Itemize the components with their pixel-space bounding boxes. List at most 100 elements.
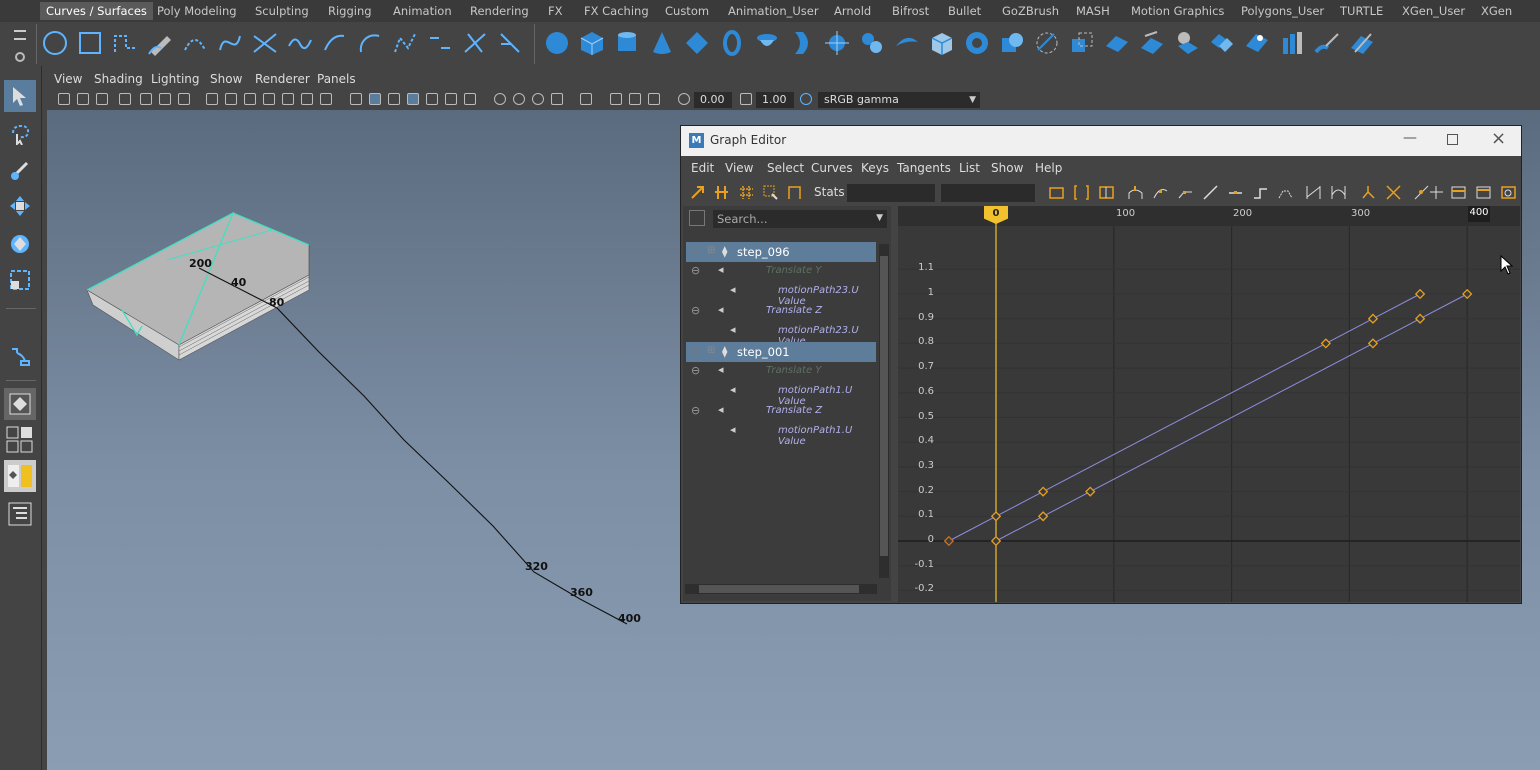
menu-help[interactable]: Help <box>1035 161 1062 175</box>
spline-tangent-icon[interactable] <box>1153 185 1168 200</box>
insert-isoparms-icon[interactable] <box>1277 28 1307 58</box>
nurbs-cube-icon[interactable] <box>577 28 607 58</box>
use-all-lights-icon[interactable] <box>445 93 457 105</box>
menu-show[interactable]: Show <box>210 72 242 86</box>
detach-surfaces-icon[interactable] <box>1207 28 1237 58</box>
lasso-tool-icon[interactable] <box>4 118 36 150</box>
break-tangents-icon[interactable] <box>1361 185 1376 200</box>
resolution-gate-icon[interactable] <box>244 93 256 105</box>
xray-icon[interactable] <box>610 93 622 105</box>
square-surface-icon[interactable] <box>962 28 992 58</box>
wireframe-icon[interactable] <box>350 93 362 105</box>
linear-tangent-icon[interactable] <box>1203 185 1218 200</box>
project-curve-icon[interactable] <box>1032 28 1062 58</box>
tab-fx[interactable]: FX <box>548 2 563 20</box>
graph-view[interactable]: 0 400 100 200 300 1.1 1 0.9 0.8 0.7 0.6 0.5 0.4… <box>898 206 1520 602</box>
curve-intersect-icon[interactable] <box>250 28 280 58</box>
collapse-icon[interactable]: ⊖ <box>691 304 700 317</box>
bookmarks-icon[interactable] <box>96 93 108 105</box>
wireframe-on-shaded-icon[interactable] <box>407 93 419 105</box>
extend-curve-icon[interactable] <box>495 28 525 58</box>
tab-arnold[interactable]: Arnold <box>834 2 871 20</box>
motion-path-curve[interactable] <box>198 267 628 625</box>
step-tangent-icon[interactable] <box>1253 185 1268 200</box>
tab-rigging[interactable]: Rigging <box>328 2 372 20</box>
paint-select-icon[interactable] <box>4 154 36 186</box>
keyframe[interactable] <box>1037 486 1049 497</box>
keyframe[interactable] <box>1037 511 1049 522</box>
gamma-field[interactable]: 1.00 <box>756 92 794 108</box>
outliner-curve[interactable]: ◂ motionPath1.U Value <box>686 422 876 447</box>
xray-joints-icon[interactable] <box>629 93 641 105</box>
tab-mash[interactable]: MASH <box>1076 2 1110 20</box>
menu-shading[interactable]: Shading <box>94 72 143 86</box>
menu-view[interactable]: View <box>725 161 753 175</box>
2d-pan-zoom-icon[interactable] <box>140 93 152 105</box>
swap-buffer-curve-icon[interactable] <box>1331 185 1346 200</box>
keyframe[interactable] <box>1367 338 1379 349</box>
outliner-curve[interactable]: ◂ motionPath1.U Value <box>686 382 876 407</box>
exposure-icon[interactable] <box>678 93 690 105</box>
menu-show[interactable]: Show <box>991 161 1023 175</box>
horizontal-scrollbar[interactable] <box>685 584 877 594</box>
birail-icon[interactable] <box>892 28 922 58</box>
stats-value-field[interactable] <box>941 184 1035 202</box>
safe-title-icon[interactable] <box>320 93 332 105</box>
trim-tool-icon[interactable] <box>1102 28 1132 58</box>
menu-lighting[interactable]: Lighting <box>151 72 200 86</box>
menu-list[interactable]: List <box>959 161 980 175</box>
lock-camera-icon[interactable] <box>178 93 190 105</box>
color-management-icon[interactable] <box>800 93 812 105</box>
move-tool-icon[interactable] <box>4 190 36 222</box>
unify-tangents-icon[interactable] <box>1386 185 1401 200</box>
last-tool-icon[interactable] <box>4 340 36 372</box>
sculpt-geometry-icon[interactable] <box>1312 28 1342 58</box>
keyframe[interactable] <box>1320 338 1332 349</box>
xray-components-icon[interactable] <box>648 93 660 105</box>
bevel-plus-icon[interactable] <box>997 28 1027 58</box>
free-tangent-weight-icon[interactable] <box>1414 185 1429 200</box>
boundary-icon[interactable] <box>927 28 957 58</box>
menu-view[interactable]: View <box>54 72 82 86</box>
tab-poly-modeling[interactable]: Poly Modeling <box>157 2 237 20</box>
maximize-icon[interactable] <box>1447 134 1458 145</box>
outliner-attr-translate-y[interactable]: ⊖ ◂ Translate Y <box>686 262 876 282</box>
isolate-select-icon[interactable] <box>580 93 592 105</box>
nurbs-square-icon[interactable] <box>75 28 105 58</box>
retime-tool-icon[interactable] <box>787 185 802 200</box>
tab-rendering[interactable]: Rendering <box>470 2 529 20</box>
tab-bifrost[interactable]: Bifrost <box>892 2 929 20</box>
film-gate-icon[interactable] <box>225 93 237 105</box>
keyframe[interactable] <box>990 511 1002 522</box>
collapse-icon[interactable]: ⊖ <box>691 245 699 256</box>
tab-gozbrush[interactable]: GoZBrush <box>1002 2 1059 20</box>
region-tool-icon[interactable] <box>763 185 778 200</box>
outliner-search-input[interactable]: Search... ▼ <box>713 210 887 228</box>
grid-icon[interactable] <box>206 93 218 105</box>
nurbs-sphere-icon[interactable] <box>542 28 572 58</box>
gamma-icon[interactable] <box>740 93 752 105</box>
lattice-deform-icon[interactable] <box>739 185 754 200</box>
tab-bullet[interactable]: Bullet <box>948 2 981 20</box>
depth-of-field-icon[interactable] <box>551 93 563 105</box>
select-camera-icon[interactable] <box>58 93 70 105</box>
keyframe[interactable] <box>943 535 955 547</box>
keyframe[interactable] <box>1462 288 1473 300</box>
outliner-curve[interactable]: ◂ motionPath23.U Value <box>686 322 876 347</box>
nurbs-cylinder-icon[interactable] <box>612 28 642 58</box>
graph-editor-titlebar[interactable]: M Graph Editor — × <box>681 126 1521 156</box>
outliner-layout-icon[interactable] <box>4 498 36 530</box>
keyframe[interactable] <box>1085 486 1096 497</box>
revolve-icon[interactable] <box>752 28 782 58</box>
grease-pencil-icon[interactable] <box>159 93 171 105</box>
menu-curves[interactable]: Curves <box>811 161 853 175</box>
four-view-layout-icon[interactable] <box>4 424 36 456</box>
gear-icon[interactable] <box>15 52 25 62</box>
stats-time-field[interactable] <box>847 184 935 202</box>
outliner-attr-translate-z[interactable]: ⊖ ◂ Translate Z <box>686 302 876 322</box>
menu-select[interactable]: Select <box>767 161 804 175</box>
motion-blur-icon[interactable] <box>513 93 525 105</box>
buffer-curve-snapshot-icon[interactable] <box>1306 185 1321 200</box>
nurbs-cone-icon[interactable] <box>647 28 677 58</box>
menu-keys[interactable]: Keys <box>861 161 889 175</box>
